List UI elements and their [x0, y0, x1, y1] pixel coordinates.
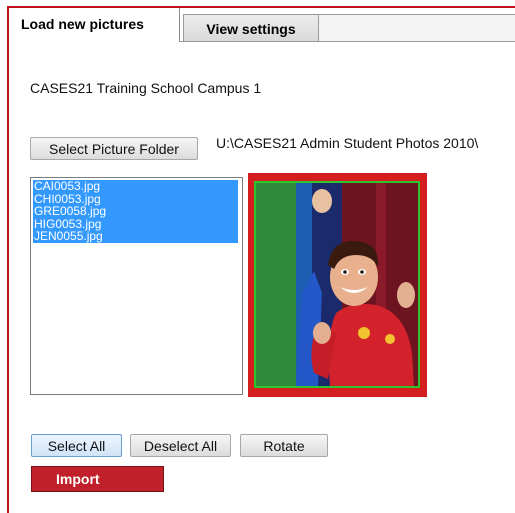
list-item[interactable]: CAI0053.jpg [33, 180, 238, 193]
window-left-border [7, 6, 9, 513]
list-item[interactable]: JEN0055.jpg [33, 230, 238, 243]
picture-file-list[interactable]: CAI0053.jpg CHI0053.jpg GRE0058.jpg HIG0… [30, 177, 243, 395]
tab-bar: Load new pictures View settings [9, 8, 515, 42]
import-button[interactable]: Import [31, 466, 164, 492]
list-item[interactable]: GRE0058.jpg [33, 205, 238, 218]
tab-bar-divider [180, 41, 515, 42]
school-name-label: CASES21 Training School Campus 1 [30, 80, 262, 96]
select-all-button[interactable]: Select All [31, 434, 122, 457]
rotate-button[interactable]: Rotate [240, 434, 328, 457]
tab-bar-filler [319, 14, 515, 42]
deselect-all-button[interactable]: Deselect All [130, 434, 231, 457]
tab-view-settings[interactable]: View settings [183, 14, 319, 42]
tab-load-new-pictures[interactable]: Load new pictures [9, 8, 180, 42]
folder-path-label: U:\CASES21 Admin Student Photos 2010\ [216, 135, 479, 151]
student-photo-preview [254, 181, 420, 388]
photo-preview-frame [248, 173, 427, 397]
select-picture-folder-button[interactable]: Select Picture Folder [30, 137, 198, 160]
student-photo-image [256, 183, 418, 386]
